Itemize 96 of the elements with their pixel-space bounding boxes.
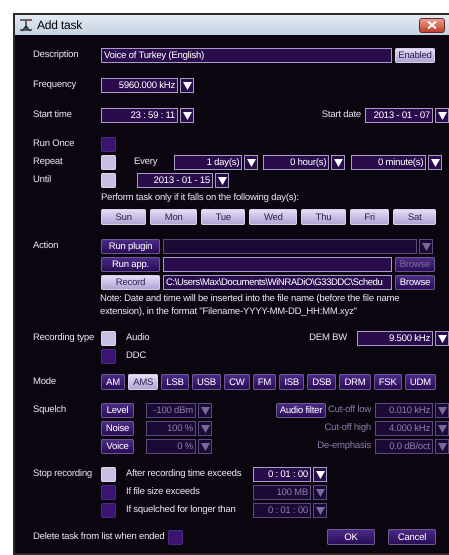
field-label: Frequency	[33, 78, 78, 92]
field-label: Cut-off high	[324, 421, 371, 436]
input-field[interactable]: 2013 - 01 - 15	[137, 173, 213, 188]
input-field[interactable]: 9.500 kHz	[357, 331, 433, 346]
input-field[interactable]: 2013 - 01 - 07	[365, 108, 433, 123]
mode-button[interactable]: DRM	[339, 374, 371, 390]
dropdown-button[interactable]	[435, 108, 449, 123]
option-label: If squelched for longer than	[126, 503, 237, 518]
app-icon	[19, 18, 33, 32]
input-field[interactable]	[163, 239, 417, 254]
checkbox[interactable]	[101, 349, 116, 364]
input-field[interactable]: C:\Users\Max\Documents\WiNRADiO\G33DDC\Schedu	[163, 275, 392, 290]
caret-icon	[438, 334, 446, 342]
field-label: Recording type	[33, 331, 96, 346]
field-label: Squelch	[33, 403, 67, 418]
dialog-button[interactable]: Cancel	[388, 529, 436, 545]
day-toggle[interactable]: Wed	[249, 209, 298, 225]
dropdown-button[interactable]	[215, 173, 229, 188]
input-field[interactable]: 5960.000 kHz	[101, 78, 178, 93]
field-label: Description	[33, 48, 80, 62]
option-label: If file size exceeds	[126, 485, 201, 500]
caret-icon	[182, 112, 192, 120]
option-label: DDC	[126, 349, 146, 364]
dialog-button[interactable]: OK	[327, 529, 375, 545]
caret-icon	[422, 242, 430, 250]
input-field[interactable]	[163, 257, 392, 272]
caret-icon	[438, 424, 446, 432]
field-label: Start date	[322, 108, 361, 122]
field-label: DEM BW	[309, 331, 347, 346]
field-label: Repeat	[33, 155, 64, 170]
caret-icon	[218, 176, 226, 184]
dropdown-button[interactable]	[180, 78, 194, 93]
checkbox[interactable]	[101, 137, 116, 152]
option-label: Audio	[126, 331, 150, 346]
day-toggle[interactable]: Fri	[350, 209, 390, 225]
caret-icon	[334, 158, 343, 166]
option-label: After recording time exceeds	[126, 467, 242, 482]
day-toggle[interactable]: Mon	[150, 209, 198, 225]
browse-button[interactable]: Browse	[395, 275, 435, 290]
caret-icon	[316, 506, 324, 514]
mode-button[interactable]: FM	[252, 374, 276, 390]
field-label: Mode	[33, 374, 57, 389]
caret-icon	[438, 406, 446, 414]
input-field[interactable]: 0 minute(s)	[351, 155, 426, 170]
mode-button[interactable]: ISB	[279, 374, 304, 390]
mode-button[interactable]: USB	[192, 374, 222, 390]
day-toggle[interactable]: Sat	[393, 209, 436, 225]
field-label: Cut-off low	[328, 403, 371, 418]
caret-icon	[438, 112, 446, 120]
enabled-button[interactable]: Enabled	[395, 48, 435, 63]
close-button[interactable]	[419, 18, 445, 32]
audio-filter-button[interactable]: Audio filter	[276, 403, 326, 418]
field-label: Stop recording	[33, 467, 93, 482]
input-field[interactable]: 0 hour(s)	[263, 155, 330, 170]
action-button[interactable]: Record	[101, 275, 160, 290]
field-label: Every	[134, 155, 158, 170]
caret-icon	[430, 158, 440, 166]
caret-icon	[316, 488, 324, 496]
dropdown-button[interactable]	[435, 331, 449, 346]
field-label: De-emphasis	[317, 439, 371, 454]
input-field[interactable]: 1 day(s)	[174, 155, 242, 170]
caret-icon	[200, 406, 210, 414]
input-field[interactable]: 0 : 01 : 00	[253, 467, 311, 482]
day-toggle[interactable]: Sun	[101, 209, 146, 225]
dropdown-button[interactable]	[331, 155, 346, 170]
window-title: Add task	[37, 17, 82, 34]
input-field[interactable]: 23 : 59 : 11	[101, 108, 178, 123]
caret-icon	[200, 442, 210, 450]
mode-button[interactable]: AMS	[128, 374, 158, 390]
dropdown-button[interactable]	[313, 467, 327, 482]
option-label: Delete task from list when ended	[33, 530, 164, 544]
hint-text: Perform task only if it falls on the following day(s):	[101, 191, 299, 206]
mode-button[interactable]: UDM	[404, 374, 436, 390]
input-field[interactable]: Voice of Turkey (English)	[101, 48, 392, 63]
caret-icon	[438, 442, 446, 450]
mode-button[interactable]: DSB	[307, 374, 336, 390]
note-text: Note: Date and time will be inserted into the file name (before the file name extension), in the format "Filename-YYYY-MM-DD_HH:MM.xyz"	[100, 292, 400, 318]
field-label: Start time	[33, 108, 73, 122]
field-label: Action	[33, 239, 60, 254]
day-toggle[interactable]: Thu	[301, 209, 346, 225]
close-icon	[427, 21, 437, 29]
caret-icon	[246, 158, 256, 166]
checkbox[interactable]	[168, 530, 184, 544]
day-toggle[interactable]: Tue	[201, 209, 246, 225]
field-label: Run Once	[33, 137, 76, 152]
mode-button[interactable]: LSB	[161, 374, 189, 390]
mode-button[interactable]: AM	[101, 374, 126, 390]
mode-button[interactable]: CW	[224, 374, 250, 390]
mode-button[interactable]: FSK	[374, 374, 402, 390]
caret-icon	[200, 424, 210, 432]
dropdown-button[interactable]	[428, 155, 442, 170]
caret-icon	[316, 470, 324, 478]
caret-icon	[182, 82, 192, 90]
field-label: Until	[33, 173, 52, 188]
dropdown-button[interactable]	[180, 108, 194, 123]
dropdown-button[interactable]	[244, 155, 258, 170]
